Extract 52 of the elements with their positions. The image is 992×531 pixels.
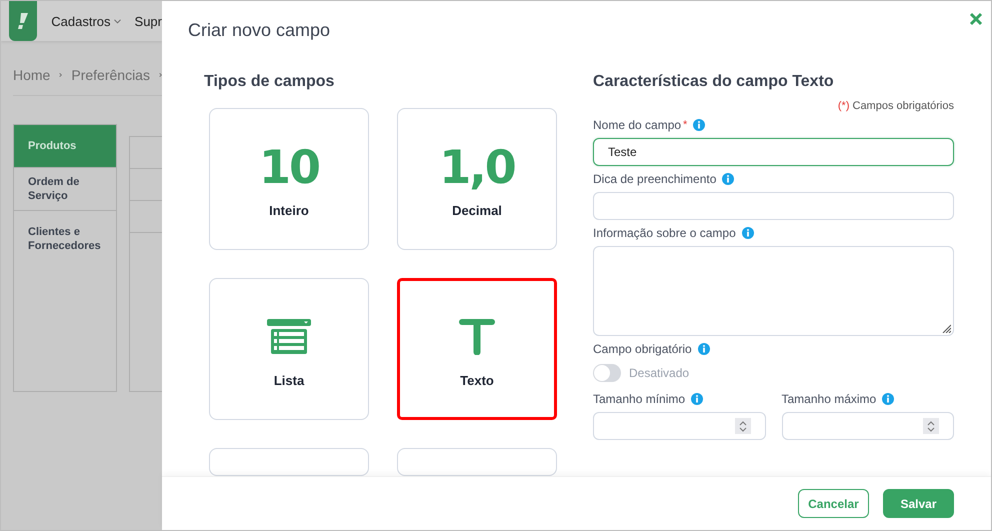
required-asterisk: * bbox=[683, 119, 688, 131]
field-label: Informação sobre o campo bbox=[593, 226, 736, 240]
text-area[interactable] bbox=[593, 246, 954, 336]
field-type-label: Texto bbox=[460, 373, 494, 388]
logo-icon[interactable] bbox=[18, 13, 28, 29]
text-field[interactable]: Teste bbox=[593, 138, 954, 166]
field-type-card[interactable]: 10 Inteiro bbox=[209, 108, 369, 250]
info-icon[interactable] bbox=[698, 343, 710, 355]
info-icon[interactable] bbox=[742, 227, 754, 239]
required-mark: (*) bbox=[838, 100, 850, 112]
info-icon[interactable] bbox=[693, 119, 706, 131]
field-label: Nome do campo bbox=[593, 118, 682, 132]
menu-item[interactable]: Cadastros bbox=[51, 14, 121, 28]
field-type-card[interactable] bbox=[397, 448, 557, 476]
toggle-state-label: Desativado bbox=[629, 366, 690, 380]
required-note: Campos obrigatórios bbox=[852, 100, 954, 112]
chevron-right-icon bbox=[158, 70, 162, 80]
number-field[interactable] bbox=[593, 412, 766, 440]
field-type-label: Inteiro bbox=[269, 203, 309, 218]
stepper-icon[interactable] bbox=[734, 418, 750, 434]
number-field[interactable] bbox=[782, 412, 954, 440]
info-icon[interactable] bbox=[691, 393, 704, 405]
field-type-card[interactable]: 1,0 Decimal bbox=[397, 108, 557, 250]
toggle-switch[interactable] bbox=[593, 364, 621, 382]
field-label: Tamanho mínimo bbox=[593, 392, 686, 406]
menu-item[interactable]: Supr bbox=[134, 14, 162, 28]
field-type-card[interactable]: Texto bbox=[397, 278, 557, 420]
field-label: Tamanho máximo bbox=[782, 392, 876, 406]
resize-grip-icon bbox=[942, 324, 951, 333]
field-type-card[interactable]: Lista bbox=[209, 278, 369, 420]
sidebar-item[interactable]: Ordem de Serviço bbox=[14, 167, 116, 210]
modal-title: Criar novo campo bbox=[188, 20, 330, 40]
text-format-icon bbox=[459, 319, 495, 355]
info-icon[interactable] bbox=[882, 393, 894, 405]
field-label: Dica de preenchimento bbox=[593, 172, 716, 186]
field-value: Teste bbox=[608, 145, 637, 159]
list-icon bbox=[267, 319, 311, 355]
number-glyph: 10 bbox=[258, 140, 319, 194]
sidebar-item[interactable]: Clientes e Fornecedores bbox=[14, 210, 116, 267]
section-title: Tipos de campos bbox=[204, 73, 336, 91]
close-icon[interactable] bbox=[969, 12, 983, 26]
field-type-label: Lista bbox=[274, 373, 304, 388]
stepper-icon[interactable] bbox=[923, 418, 939, 434]
number-glyph: 1,0 bbox=[439, 140, 515, 194]
caret-icon bbox=[114, 18, 121, 24]
info-icon[interactable] bbox=[722, 173, 734, 185]
field-label: Campo obrigatório bbox=[593, 342, 692, 356]
field-type-label: Decimal bbox=[452, 203, 502, 218]
field-type-card[interactable] bbox=[209, 448, 369, 476]
chevron-right-icon bbox=[59, 70, 62, 80]
text-field[interactable] bbox=[593, 192, 954, 220]
section-title: Características do campo Texto bbox=[593, 73, 835, 91]
